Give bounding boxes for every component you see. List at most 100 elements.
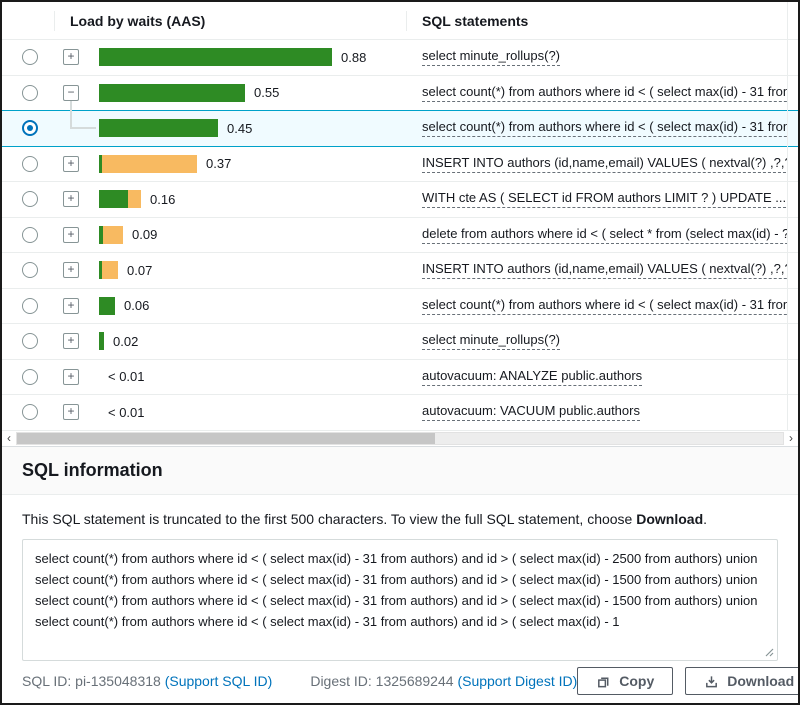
sql-statement-cell: WITH cte AS ( SELECT id FROM authors LIM… (422, 182, 787, 217)
copy-button-label: Copy (619, 673, 654, 689)
orange-bar-segment (103, 226, 123, 244)
sql-statement-cell: delete from authors where id < ( select … (422, 218, 787, 253)
row-select-radio[interactable] (22, 369, 38, 385)
sql-text-area[interactable]: select count(*) from authors where id < … (22, 539, 778, 661)
green-bar-segment (99, 332, 104, 350)
row-select-radio[interactable] (22, 404, 38, 420)
row-select-radio[interactable] (22, 191, 38, 207)
load-value: 0.37 (206, 156, 231, 171)
load-bar-cell: < 0.01 (99, 360, 145, 395)
expand-toggle-button[interactable]: + (63, 49, 79, 65)
sql-statement-link[interactable]: autovacuum: VACUUM public.authors (422, 403, 640, 421)
sql-statement-link[interactable]: autovacuum: ANALYZE public.authors (422, 368, 642, 386)
load-bar (99, 119, 218, 137)
table-row: + 0.16 WITH cte AS ( SELECT id FROM auth… (2, 182, 798, 218)
row-select-radio[interactable] (22, 156, 38, 172)
tree-connector (70, 101, 72, 129)
sql-statement-link[interactable]: delete from authors where id < ( select … (422, 226, 787, 244)
row-select-radio[interactable] (22, 227, 38, 243)
sql-statement-link[interactable]: WITH cte AS ( SELECT id FROM authors LIM… (422, 190, 786, 208)
sql-id-label: SQL ID: pi-135048318 (22, 673, 165, 689)
scrollbar-thumb[interactable] (17, 433, 435, 444)
sql-information-header: SQL information (2, 446, 798, 495)
notice-bold-word: Download (636, 511, 703, 527)
green-bar-segment (99, 119, 218, 137)
row-select-radio[interactable] (22, 298, 38, 314)
green-bar-segment (99, 48, 332, 66)
expand-toggle-button[interactable]: + (63, 298, 79, 314)
expand-toggle-button[interactable]: + (63, 333, 79, 349)
table-row: + 0.06 select count(*) from authors wher… (2, 289, 798, 325)
expand-toggle-button[interactable]: + (63, 191, 79, 207)
load-bar-cell: 0.88 (99, 40, 366, 75)
table-row: + 0.37 INSERT INTO authors (id,name,emai… (2, 147, 798, 183)
download-button[interactable]: Download (685, 667, 800, 695)
green-bar-segment (99, 84, 245, 102)
sql-id-group: SQL ID: pi-135048318 (Support SQL ID) (22, 673, 272, 689)
sql-statement-link[interactable]: INSERT INTO authors (id,name,email) VALU… (422, 155, 787, 173)
support-digest-id-link[interactable]: (Support Digest ID) (457, 673, 577, 689)
horizontal-scrollbar: ‹ › (2, 431, 798, 447)
expand-toggle-button[interactable]: + (63, 156, 79, 172)
expand-toggle-button[interactable]: + (63, 404, 79, 420)
orange-bar-segment (102, 155, 197, 173)
performance-insights-panel: Load by waits (AAS) SQL statements + 0.8… (0, 0, 800, 705)
row-select-radio[interactable] (22, 49, 38, 65)
row-select-radio[interactable] (22, 333, 38, 349)
expand-toggle-button[interactable]: + (63, 369, 79, 385)
expand-toggle-button[interactable]: + (63, 262, 79, 278)
load-bar (99, 297, 115, 315)
expand-toggle-button[interactable]: − (63, 85, 79, 101)
table-body: + 0.88 select minute_rollups(?) − 0.55 s… (2, 40, 798, 431)
load-bar (99, 261, 118, 279)
digest-id-label: Digest ID: 1325689244 (310, 673, 457, 689)
table-row: + 0.09 delete from authors where id < ( … (2, 218, 798, 254)
table-right-edge (787, 2, 788, 431)
load-bar-cell: < 0.01 (99, 395, 145, 430)
sql-text-line: select count(*) from authors where id < … (35, 590, 765, 611)
load-bar (99, 190, 141, 208)
table-row: + < 0.01 autovacuum: ANALYZE public.auth… (2, 360, 798, 396)
load-bar-cell: 0.16 (99, 182, 175, 217)
resize-handle-icon[interactable] (764, 647, 774, 657)
scroll-left-icon[interactable]: ‹ (2, 431, 16, 446)
load-value: < 0.01 (108, 405, 145, 420)
load-value: 0.45 (227, 121, 252, 136)
load-value: < 0.01 (108, 369, 145, 384)
sql-statement-cell: select minute_rollups(?) (422, 324, 787, 359)
sql-statement-link[interactable]: select count(*) from authors where id < … (422, 297, 787, 315)
row-select-radio[interactable] (22, 120, 38, 136)
table-header-row: Load by waits (AAS) SQL statements (2, 2, 798, 40)
row-select-radio[interactable] (22, 85, 38, 101)
sql-text-lines: select count(*) from authors where id < … (35, 548, 765, 632)
top-sql-table: Load by waits (AAS) SQL statements + 0.8… (2, 2, 798, 431)
load-bar-cell: 0.02 (99, 324, 138, 359)
support-sql-id-link[interactable]: (Support SQL ID) (165, 673, 273, 689)
orange-bar-segment (128, 190, 141, 208)
load-bar-cell: 0.06 (99, 289, 149, 324)
sql-statement-link[interactable]: INSERT INTO authors (id,name,email) VALU… (422, 261, 787, 279)
load-bar-cell: 0.09 (99, 218, 157, 253)
table-row: 0.45 select count(*) from authors where … (2, 111, 798, 147)
action-buttons: Copy Download (577, 667, 800, 695)
sql-ids: SQL ID: pi-135048318 (Support SQL ID) Di… (22, 673, 577, 689)
scrollbar-track[interactable] (16, 432, 784, 445)
column-divider (54, 11, 55, 31)
row-select-radio[interactable] (22, 262, 38, 278)
sql-statement-cell: autovacuum: ANALYZE public.authors (422, 360, 787, 395)
expand-toggle-button[interactable]: + (63, 227, 79, 243)
sql-statement-link[interactable]: select minute_rollups(?) (422, 332, 560, 350)
scroll-right-icon[interactable]: › (784, 431, 798, 446)
copy-button[interactable]: Copy (577, 667, 673, 695)
sql-statement-link[interactable]: select minute_rollups(?) (422, 48, 560, 66)
load-bar (99, 332, 104, 350)
load-value: 0.06 (124, 298, 149, 313)
sql-statement-link[interactable]: select count(*) from authors where id < … (422, 84, 787, 102)
table-row: − 0.55 select count(*) from authors wher… (2, 76, 798, 112)
load-bar-cell: 0.07 (99, 253, 152, 288)
load-bar-cell: 0.55 (99, 76, 279, 111)
sql-statement-cell: autovacuum: VACUUM public.authors (422, 395, 787, 430)
sql-statement-link[interactable]: select count(*) from authors where id < … (422, 119, 787, 137)
green-bar-segment (99, 190, 128, 208)
table-row: + < 0.01 autovacuum: VACUUM public.autho… (2, 395, 798, 431)
